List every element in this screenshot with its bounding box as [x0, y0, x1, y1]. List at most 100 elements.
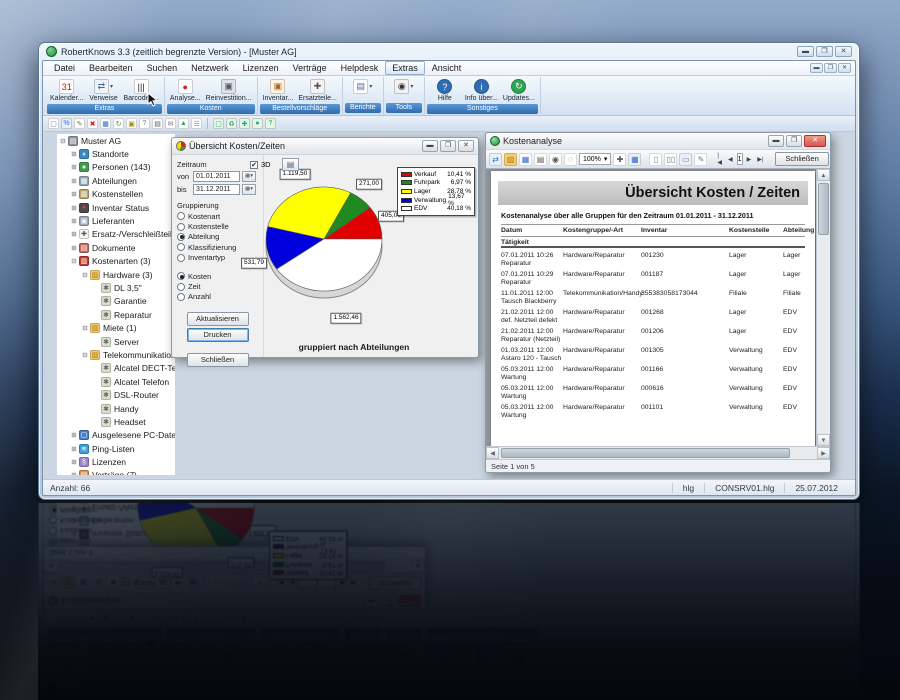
radio-kostenstelle[interactable]: Kostenstelle: [177, 221, 258, 231]
export-icon[interactable]: ⇄: [489, 152, 502, 166]
percent-icon[interactable]: %: [61, 118, 72, 129]
monitor-green-icon[interactable]: ▢: [213, 118, 224, 129]
globe-green-icon[interactable]: ●: [252, 118, 263, 129]
report-minimize-button[interactable]: ▬: [768, 135, 784, 147]
mdi-close-icon[interactable]: ✕: [838, 63, 851, 73]
tree-item-alcatel-dect-telefon[interactable]: ✱Alcatel DECT-Telefon: [57, 362, 175, 375]
inventar-button[interactable]: ▣ Inventar...: [261, 78, 296, 103]
scroll-right-icon[interactable]: ▶: [817, 447, 830, 459]
radio-anzahl[interactable]: Anzahl: [177, 292, 258, 302]
tree-expander-icon[interactable]: ⊞: [70, 190, 78, 198]
tree-item-hardware-3[interactable]: ⊟ ▨ Hardware (3): [57, 268, 175, 281]
tree-item-headset[interactable]: ✱ Headset: [57, 415, 175, 428]
menu-ansicht[interactable]: Ansicht: [425, 61, 469, 75]
tree-item-abteilungen[interactable]: ⊞ ▦ Abteilungen: [57, 174, 175, 187]
main-titlebar[interactable]: RobertKnows 3.3 (zeitlich begrenzte Vers…: [42, 43, 856, 60]
von-date-field[interactable]: 01.01.2011: [193, 171, 240, 182]
tree-expander-icon[interactable]: ⊟: [81, 271, 89, 279]
tree-expander-icon[interactable]: ⊞: [70, 163, 78, 171]
radio-kostenart[interactable]: Kostenart: [177, 211, 258, 221]
menu-netzwerk[interactable]: Netzwerk: [184, 61, 236, 75]
zoom-icon[interactable]: ◌: [564, 152, 577, 166]
menu-extras[interactable]: Extras: [385, 61, 425, 75]
tree-item-lieferanten[interactable]: ⊞ ▣ Lieferanten: [57, 214, 175, 227]
menu-datei[interactable]: Datei: [47, 61, 82, 75]
print-icon[interactable]: ▤: [534, 152, 547, 166]
tree-item-reparatur[interactable]: ✱ Reparatur: [57, 308, 175, 321]
ersatzteile-button[interactable]: ✚ Ersatzteile...: [296, 78, 339, 103]
refresh-icon[interactable]: ↻: [113, 118, 124, 129]
info-über-button[interactable]: i Info über...: [463, 78, 500, 103]
tree-expander-icon[interactable]: ⊞: [70, 150, 78, 158]
report-horizontal-scrollbar[interactable]: ◀ ▶: [486, 446, 830, 459]
tree-expander-icon[interactable]: ⊞: [70, 431, 78, 439]
page-facing-icon[interactable]: ▯▯: [664, 152, 678, 166]
nav-next-icon[interactable]: ▶: [745, 155, 754, 164]
save-icon[interactable]: ▦: [519, 152, 532, 166]
tree-expander-icon[interactable]: ⊟: [81, 324, 89, 332]
radio-kosten[interactable]: Kosten: [177, 271, 258, 281]
page-width-icon[interactable]: ▭: [679, 152, 693, 166]
tree-item-inventar-status[interactable]: ⊞ ● Inventar Status: [57, 201, 175, 214]
mdi-restore-icon[interactable]: ❐: [824, 63, 837, 73]
scroll-up-icon[interactable]: ▲: [817, 169, 830, 181]
report-vertical-scrollbar[interactable]: ▲ ▼: [816, 169, 830, 446]
tree-expander-icon[interactable]: ⊞: [70, 458, 78, 466]
tree-item-kostenstellen[interactable]: ⊞ ▥ Kostenstellen: [57, 188, 175, 201]
tree-expander-icon[interactable]: ⊞: [70, 471, 78, 475]
pie-minimize-button[interactable]: ▬: [422, 140, 438, 152]
tree-item-garantie[interactable]: ✱ Garantie: [57, 295, 175, 308]
menu-lizenzen[interactable]: Lizenzen: [236, 61, 286, 75]
tree-item-telekommunikation-5[interactable]: ⊟▨Telekommunikation (5): [57, 348, 175, 361]
page-setup-icon[interactable]: ✎: [694, 152, 708, 166]
pie-maximize-button[interactable]: ❐: [440, 140, 456, 152]
chart-print-button[interactable]: ▤: [282, 158, 299, 171]
verweise-button[interactable]: ⇄ ▾ Verweise: [86, 78, 120, 103]
radio-zeit[interactable]: Zeit: [177, 281, 258, 291]
vertical-scroll-thumb[interactable]: [818, 183, 829, 235]
dialog-schliessen-button[interactable]: Schließen: [186, 353, 249, 368]
recycle-green-icon[interactable]: ♻: [226, 118, 237, 129]
tree-item-standorte[interactable]: ⊞ ● Standorte: [57, 147, 175, 160]
tree-expander-icon[interactable]: ⊞: [70, 230, 78, 238]
thumbnails-icon[interactable]: ▦: [628, 152, 642, 166]
tree-item-ping-listen[interactable]: ⊞ ≋ Ping-Listen: [57, 442, 175, 455]
scroll-left-icon[interactable]: ◀: [486, 447, 499, 459]
pie-close-button[interactable]: ✕: [458, 140, 474, 152]
tree-item-alcatel-telefon[interactable]: ✱ Alcatel Telefon: [57, 375, 175, 388]
find-icon[interactable]: ◉: [549, 152, 562, 166]
tree-expander-icon[interactable]: ⊟: [81, 351, 89, 359]
tree-item-muster-ag[interactable]: ⊟ ▤ Muster AG: [57, 134, 175, 147]
tools-button[interactable]: ◉ ▾: [387, 78, 421, 95]
tree-item-dokumente[interactable]: ⊞ ▤ Dokumente: [57, 241, 175, 254]
minimize-button[interactable]: ▬: [797, 46, 814, 57]
pie-dialog-titlebar[interactable]: Übersicht Kosten/Zeiten ▬ ❐ ✕: [172, 138, 478, 155]
new-doc-icon[interactable]: ▢: [48, 118, 59, 129]
maximize-button[interactable]: ❐: [816, 46, 833, 57]
tree-item-miete-1[interactable]: ⊟ ▨ Miete (1): [57, 321, 175, 334]
bis-date-field[interactable]: 31.12.2011: [193, 184, 240, 195]
updates-button[interactable]: ↻ Updates...: [501, 78, 537, 103]
tree-item-kostenarten-3[interactable]: ⊟ ▥ Kostenarten (3): [57, 255, 175, 268]
checkbox-3d[interactable]: ✔: [250, 160, 258, 169]
close-button[interactable]: ✕: [835, 46, 852, 57]
tree-expander-icon[interactable]: ⊞: [70, 177, 78, 185]
berichte-button[interactable]: ▤ ▾: [346, 78, 380, 95]
tree-expander-icon[interactable]: ⊟: [59, 137, 67, 145]
menu-verträge[interactable]: Verträge: [286, 61, 334, 75]
tree-item-verträge-7[interactable]: ⊞▤Verträge (7): [57, 469, 175, 475]
package-icon[interactable]: ▣: [126, 118, 137, 129]
tree-expander-icon[interactable]: ⊟: [70, 257, 78, 265]
report-close-button[interactable]: ✕: [804, 135, 826, 147]
mail-icon[interactable]: ✉: [165, 118, 176, 129]
hilfe-button[interactable]: ? Hilfe: [428, 78, 462, 103]
mdi-minimize-icon[interactable]: ▬: [810, 63, 823, 73]
zoom-in-icon[interactable]: ✚: [613, 152, 627, 166]
von-calendar-button[interactable]: ▦▾: [242, 171, 256, 182]
question-icon[interactable]: ?: [139, 118, 150, 129]
menu-bearbeiten[interactable]: Bearbeiten: [82, 61, 140, 75]
aktualisieren-button[interactable]: Aktualisieren: [186, 311, 249, 326]
report-schliessen-button[interactable]: Schließen: [775, 152, 829, 166]
scroll-down-icon[interactable]: ▼: [817, 434, 830, 446]
horizontal-scroll-thumb[interactable]: [501, 448, 790, 458]
